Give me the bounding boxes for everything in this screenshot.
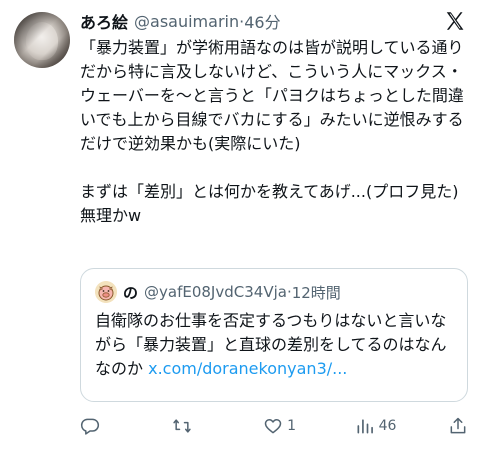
quoted-author-handle[interactable]: @yafE08JvdC34Vja: [144, 283, 287, 301]
quoted-tweet-link[interactable]: x.com/doranekonyan3/...: [148, 359, 347, 378]
tweet-text-paragraph-1: 「暴力装置」が学術用語なのは皆が説明している通りだから特に言及しないけど、こうい…: [80, 38, 464, 153]
share-icon: [450, 417, 466, 434]
like-count: 1: [287, 418, 296, 434]
quoted-tweet[interactable]: の @yafE08JvdC34Vja · 12時間 自衛隊のお仕事を否定するつも…: [80, 268, 468, 402]
x-logo-icon[interactable]: [444, 10, 466, 32]
author-handle[interactable]: @asauimarin: [134, 12, 239, 31]
quoted-tweet-body: 自衛隊のお仕事を否定するつもりはないと言いながら「暴力装置」と直球の差別をしてる…: [95, 309, 453, 381]
quoted-tweet-header: の @yafE08JvdC34Vja · 12時間: [95, 281, 453, 303]
tweet-body: 「暴力装置」が学術用語なのは皆が説明している通りだから特に言及しないけど、こうい…: [80, 36, 472, 228]
views-count: 46: [378, 418, 397, 434]
heart-icon: [264, 419, 282, 434]
tweet-card: あろ絵 @asauimarin · 46分 「暴力装置」が学術用語なのは皆が説明…: [0, 0, 480, 449]
action-bar: 1 46: [80, 414, 468, 438]
reply-button[interactable]: [80, 416, 120, 436]
quoted-author-display-name[interactable]: の: [123, 282, 138, 303]
pig-face-icon: [95, 281, 117, 303]
author-avatar[interactable]: [14, 12, 70, 68]
share-button[interactable]: [448, 416, 468, 436]
views-icon: [357, 419, 373, 434]
avatar-shading: [14, 12, 70, 68]
quoted-author-avatar[interactable]: [95, 281, 117, 303]
like-button[interactable]: 1: [263, 416, 303, 436]
repost-button[interactable]: [172, 416, 212, 436]
tweet-header: あろ絵 @asauimarin · 46分: [80, 8, 281, 34]
author-display-name[interactable]: あろ絵: [80, 9, 128, 33]
reply-icon: [80, 418, 100, 435]
views-button[interactable]: 46: [355, 416, 397, 436]
tweet-time[interactable]: 46分: [244, 9, 280, 33]
quoted-tweet-time[interactable]: 12時間: [292, 282, 341, 303]
tweet-text-paragraph-2: まずは「差別」とは何かを教えてあげ...(プロフ見た)無理かw: [80, 182, 459, 225]
repost-icon: [172, 419, 191, 433]
